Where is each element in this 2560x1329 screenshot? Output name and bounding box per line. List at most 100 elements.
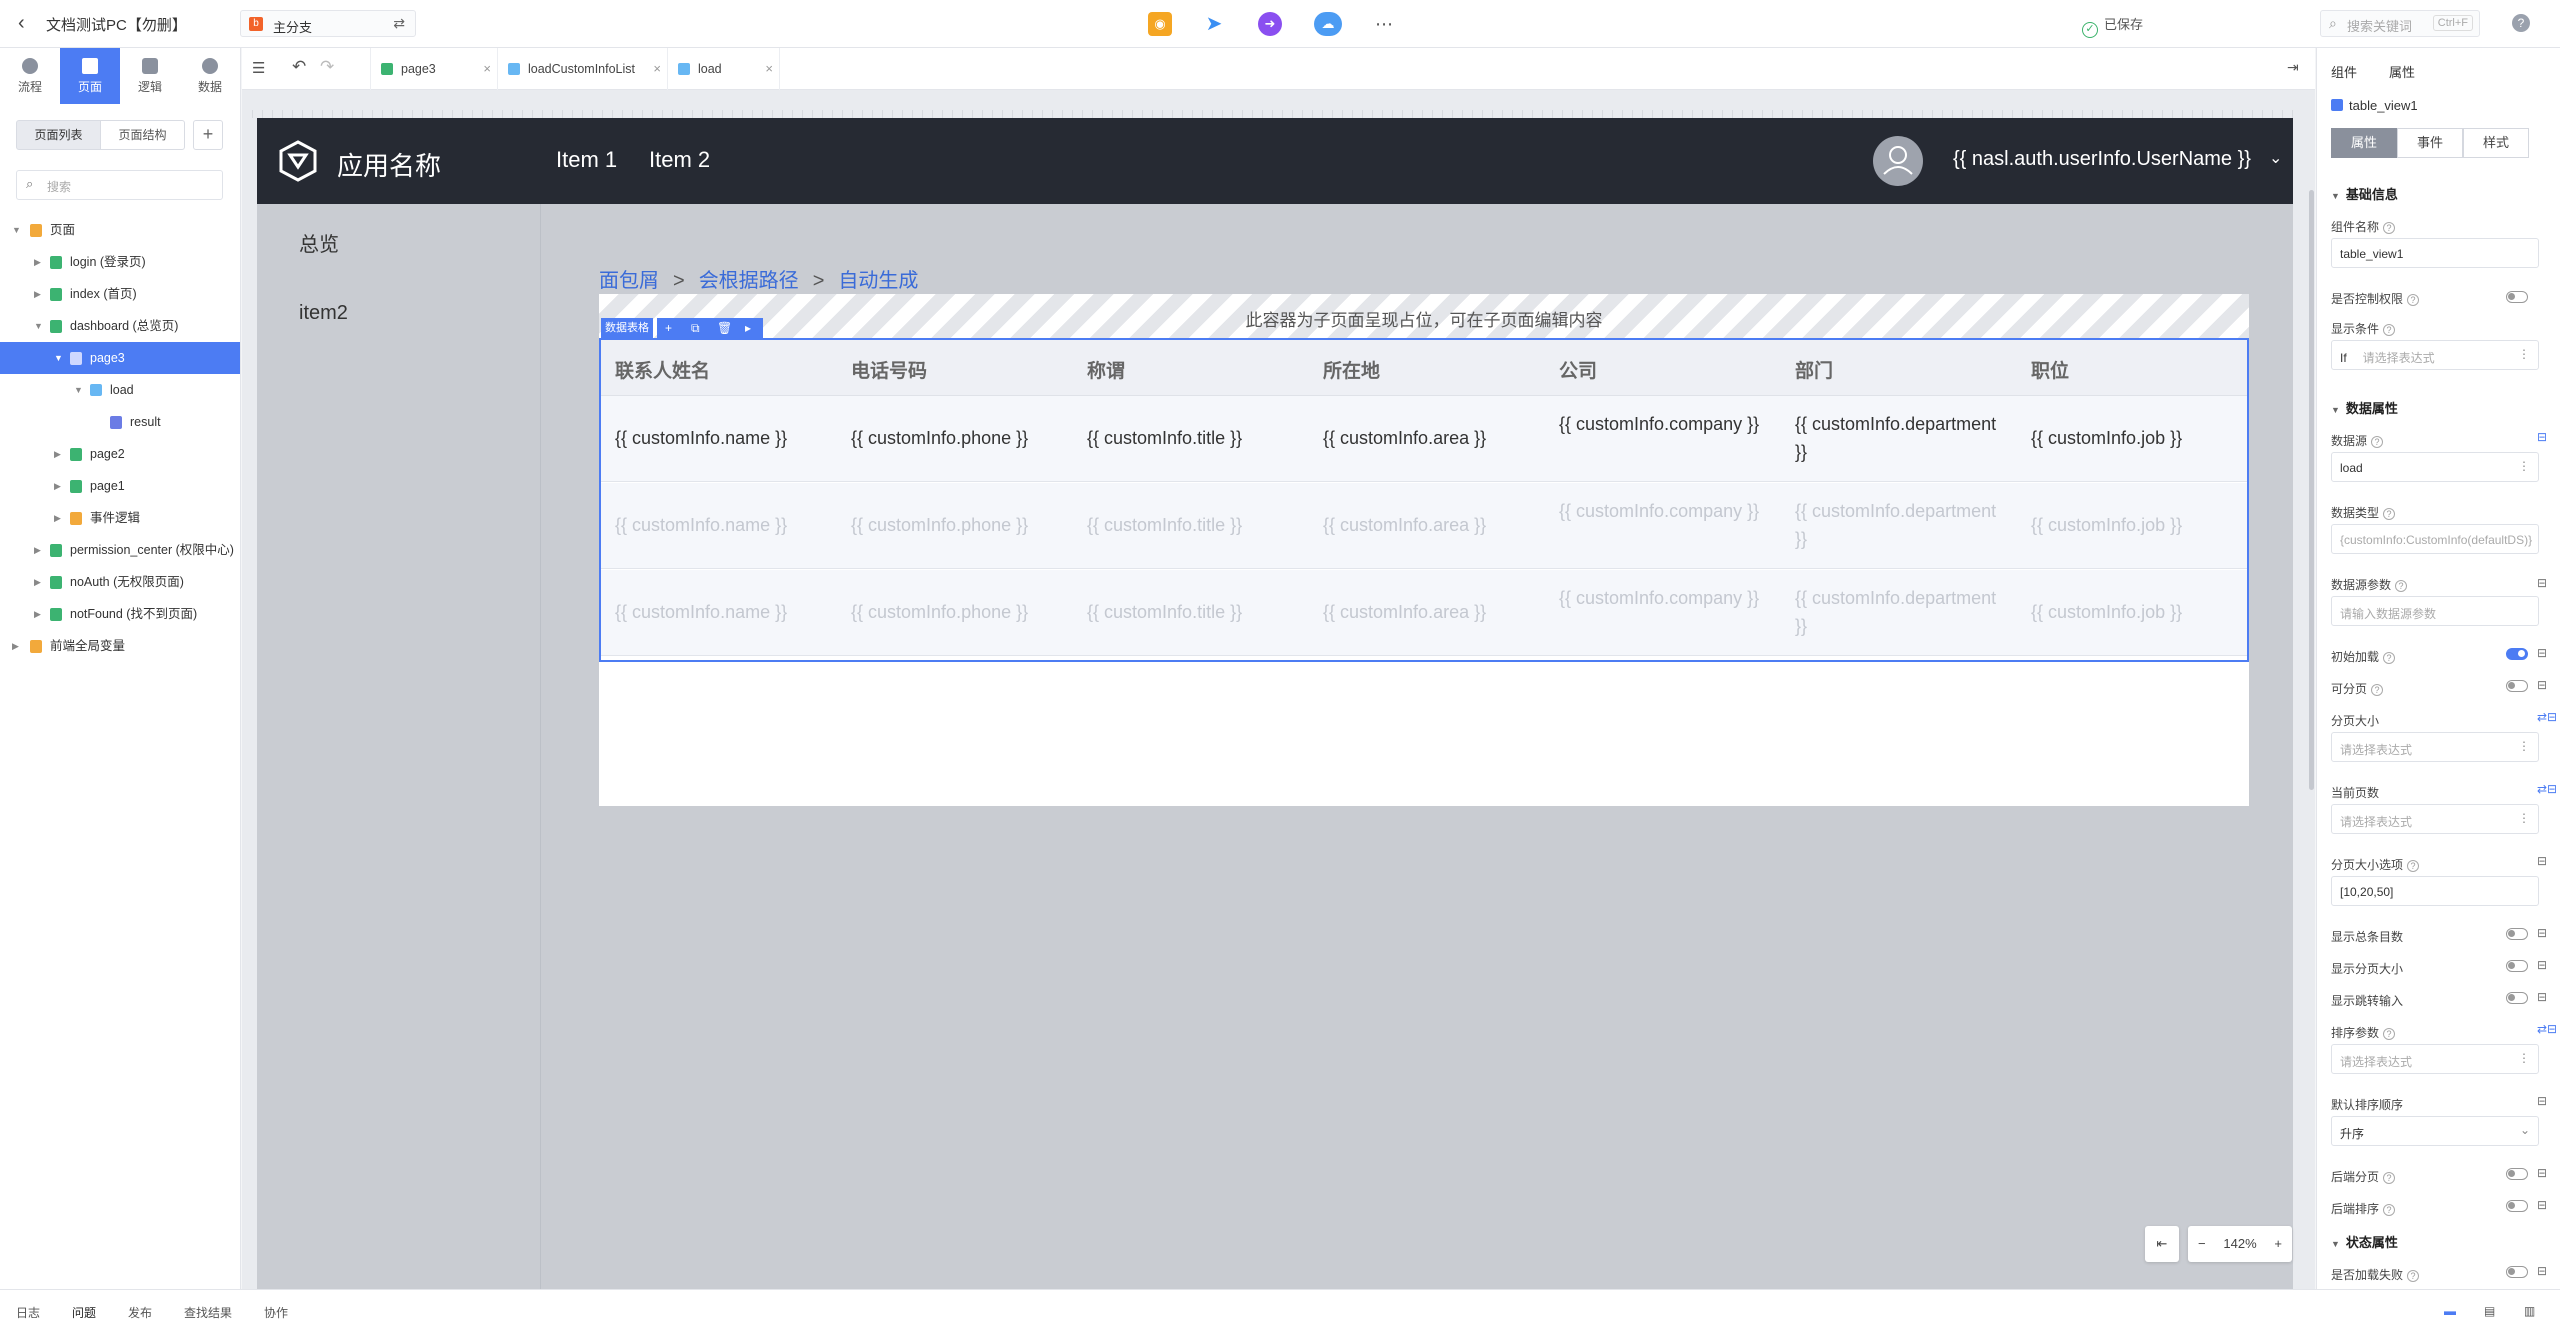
bottom-tab-collab[interactable]: 协作	[264, 1304, 288, 1321]
bind-icon[interactable]: ⊟	[2537, 1094, 2547, 1108]
redo-icon[interactable]: ↷	[320, 57, 334, 77]
close-icon[interactable]: ×	[653, 48, 661, 90]
collapse-sidebar-icon[interactable]: ☰	[252, 59, 265, 77]
bind-icon[interactable]: ⊟	[2537, 990, 2547, 1004]
bind-icon[interactable]: ⊟	[2537, 958, 2547, 972]
cloud-icon[interactable]: ☁	[1314, 12, 1342, 36]
tree-node-page3[interactable]: ▼ page3	[0, 342, 240, 374]
table-row[interactable]: {{ customInfo.name }} {{ customInfo.phon…	[601, 396, 2247, 482]
column-header[interactable]: 所在地	[1323, 356, 1380, 383]
tree-node-load[interactable]: ▼ load	[0, 374, 240, 406]
undo-icon[interactable]: ↶	[292, 57, 306, 77]
copy-icon[interactable]: ⧉	[691, 318, 700, 338]
bind-icon[interactable]: ⊟	[2537, 646, 2547, 660]
bottom-tab-publish[interactable]: 发布	[128, 1304, 152, 1321]
close-icon[interactable]: ×	[765, 48, 773, 90]
column-header[interactable]: 电话号码	[851, 356, 927, 383]
bottom-tab-search-results[interactable]: 查找结果	[184, 1304, 232, 1321]
tree-node-permission-center[interactable]: ▶ permission_center (权限中心)	[0, 534, 240, 566]
permission-toggle[interactable]	[2506, 291, 2528, 303]
bind-icon[interactable]: ⊟	[2537, 1264, 2547, 1278]
tab-properties[interactable]: 属性	[2389, 62, 2415, 81]
menu-item-item2[interactable]: item2	[299, 302, 348, 325]
switch-branch-icon[interactable]: ⇄	[393, 15, 405, 32]
mode-tab-logic[interactable]: 逻辑	[120, 48, 180, 104]
mode-tab-page[interactable]: 页面	[60, 48, 120, 104]
column-header[interactable]: 部门	[1795, 356, 1833, 383]
default-order-select[interactable]: 升序 ⌄	[2331, 1116, 2539, 1146]
show-pagesize-toggle[interactable]	[2506, 960, 2528, 972]
seg-properties[interactable]: 属性	[2331, 128, 2397, 158]
pagesize-input[interactable]: 请选择表达式 ⋮	[2331, 732, 2539, 762]
bind-icon[interactable]: ⊟	[2537, 1198, 2547, 1212]
datatype-input[interactable]: {customInfo:CustomInfo(defaultDS)}	[2331, 524, 2539, 554]
column-header[interactable]: 联系人姓名	[615, 356, 710, 383]
tree-node-pages[interactable]: ▼ 页面	[0, 214, 240, 246]
add-page-button[interactable]: +	[193, 120, 223, 150]
tree-node-page1[interactable]: ▶ page1	[0, 470, 240, 502]
zoom-in-button[interactable]: +	[2274, 1226, 2282, 1262]
page-list-tab[interactable]: 页面列表	[16, 120, 101, 150]
init-load-toggle[interactable]	[2506, 648, 2528, 660]
layout-split-icon[interactable]: ▤	[2484, 1304, 2495, 1318]
delete-icon[interactable]: 🗑	[717, 318, 732, 338]
breadcrumb-item[interactable]: 自动生成	[838, 270, 918, 292]
menu-item-overview[interactable]: 总览	[299, 228, 339, 257]
tree-node-page2[interactable]: ▶ page2	[0, 438, 240, 470]
expand-panel-icon[interactable]: ⇥	[2287, 59, 2299, 76]
tab-load[interactable]: load ×	[668, 48, 780, 90]
datasource-params-input[interactable]: 请输入数据源参数	[2331, 596, 2539, 626]
mode-tab-data[interactable]: 数据	[180, 48, 240, 104]
tab-loadcustominfolist[interactable]: loadCustomInfoList ×	[498, 48, 668, 90]
seg-events[interactable]: 事件	[2397, 128, 2463, 158]
help-icon[interactable]: ?	[2512, 14, 2530, 32]
tree-node-event-logic[interactable]: ▶ 事件逻辑	[0, 502, 240, 534]
more-icon[interactable]: ⋮	[2518, 739, 2530, 753]
zoom-out-button[interactable]: −	[2198, 1226, 2206, 1262]
datasource-input[interactable]: load ⋮	[2331, 452, 2539, 482]
section-state[interactable]: ▼ 状态属性	[2331, 1232, 2398, 1251]
fit-screen-button[interactable]: ⇤	[2145, 1226, 2179, 1262]
table-view[interactable]: 数据表格 + ⧉ 🗑 ▸ 联系人姓名 电话号码 称谓 所在地 公司 部门 职位 …	[599, 318, 2249, 662]
nav-item-2[interactable]: Item 2	[649, 147, 710, 173]
sort-params-input[interactable]: 请选择表达式 ⋮	[2331, 1044, 2539, 1074]
show-total-toggle[interactable]	[2506, 928, 2528, 940]
tree-search-input[interactable]: ⌕ 搜索	[16, 170, 223, 200]
tree-node-result[interactable]: result	[0, 406, 240, 438]
column-header[interactable]: 公司	[1559, 356, 1597, 383]
tab-page3[interactable]: page3 ×	[370, 48, 498, 90]
bottom-tab-log[interactable]: 日志	[16, 1304, 40, 1321]
bind-icon[interactable]: ⊟	[2537, 430, 2547, 444]
tree-node-notfound[interactable]: ▶ notFound (找不到页面)	[0, 598, 240, 630]
current-page-input[interactable]: 请选择表达式 ⋮	[2331, 804, 2539, 834]
canvas-scrollbar[interactable]	[2309, 190, 2314, 790]
more-icon[interactable]: ⋮	[2518, 1051, 2530, 1065]
component-name-input[interactable]: table_view1	[2331, 238, 2539, 268]
chevron-down-icon[interactable]: ⌄	[2269, 148, 2282, 168]
paging-toggle[interactable]	[2506, 680, 2528, 692]
bind-icon[interactable]: ⊟	[2537, 1166, 2547, 1180]
bottom-tab-issues[interactable]: 问题	[72, 1304, 96, 1321]
back-arrow-icon[interactable]: ‹	[18, 12, 25, 35]
section-basic[interactable]: ▼ 基础信息	[2331, 184, 2398, 203]
bind-icon[interactable]: ⇄⊟	[2537, 1022, 2557, 1036]
table-row[interactable]: {{ customInfo.name }} {{ customInfo.phon…	[601, 570, 2247, 656]
bind-icon[interactable]: ⊟	[2537, 926, 2547, 940]
subpage-container[interactable]: 此容器为子页面呈现占位，可在子页面编辑内容 数据表格 + ⧉ 🗑 ▸ 联系人姓名…	[599, 294, 2249, 806]
global-search-input[interactable]: ⌕ 搜索关键词 Ctrl+F	[2320, 10, 2480, 37]
condition-input[interactable]: If 请选择表达式 ⋮	[2331, 340, 2539, 370]
bind-icon[interactable]: ⇄⊟	[2537, 710, 2557, 724]
tree-node-dashboard[interactable]: ▼ dashboard (总览页)	[0, 310, 240, 342]
table-row[interactable]: {{ customInfo.name }} {{ customInfo.phon…	[601, 483, 2247, 569]
more-icon[interactable]: ⋮	[2518, 459, 2530, 473]
breadcrumb-item[interactable]: 会根据路径	[699, 270, 799, 292]
preview-icon[interactable]: ◉	[1148, 12, 1172, 36]
branch-selector[interactable]: b 主分支 ⇄	[240, 10, 416, 37]
bind-icon[interactable]: ⊟	[2537, 678, 2547, 692]
mode-tab-flow[interactable]: 流程	[0, 48, 60, 104]
breadcrumb-item[interactable]: 面包屑	[599, 270, 659, 292]
tree-node-global-vars[interactable]: ▶ 前端全局变量	[0, 630, 240, 662]
tree-node-noauth[interactable]: ▶ noAuth (无权限页面)	[0, 566, 240, 598]
column-header[interactable]: 职位	[2031, 356, 2069, 383]
load-failed-toggle[interactable]	[2506, 1266, 2528, 1278]
